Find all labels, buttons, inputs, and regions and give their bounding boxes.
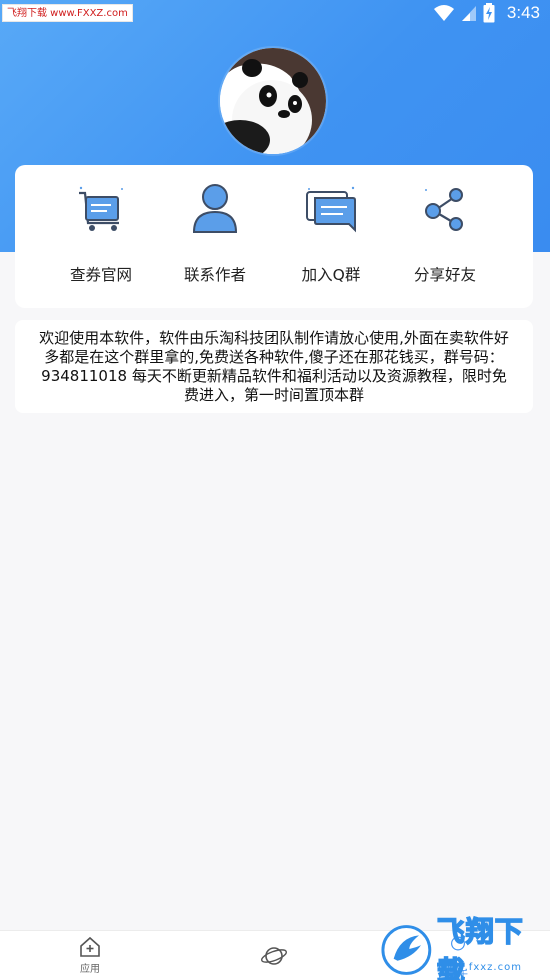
quick-actions-card: 查券官网 联系作者 加入Q群 分享好友 bbox=[15, 165, 533, 308]
status-bar: 飞翔下载 www.FXXZ.com 3:43 bbox=[0, 0, 550, 26]
wifi-icon bbox=[433, 5, 454, 21]
chat-icon bbox=[306, 186, 356, 233]
action-join-qq-group[interactable]: 加入Q群 bbox=[281, 179, 381, 299]
info-text: 欢迎使用本软件，软件由乐淘科技团队制作请放心使用,外面在卖软件好多都是在这个群里… bbox=[39, 329, 509, 404]
cart-coupon-icon bbox=[79, 186, 123, 231]
panda-avatar-icon bbox=[220, 48, 326, 154]
planet-icon bbox=[260, 947, 288, 965]
share-icon bbox=[425, 188, 463, 231]
action-contact-author[interactable]: 联系作者 bbox=[165, 179, 265, 299]
action-label: 加入Q群 bbox=[301, 266, 361, 284]
nav-tab-apps[interactable]: 应用 bbox=[50, 935, 130, 980]
avatar[interactable] bbox=[220, 48, 326, 154]
nav-tab-discover[interactable] bbox=[234, 935, 314, 980]
info-card: 欢迎使用本软件，软件由乐淘科技团队制作请放心使用,外面在卖软件好多都是在这个群里… bbox=[15, 320, 533, 413]
action-share-friends[interactable]: 分享好友 bbox=[395, 179, 495, 299]
user-icon bbox=[192, 184, 238, 233]
action-label: 分享好友 bbox=[413, 266, 476, 284]
clock: 3:43 bbox=[506, 3, 540, 22]
action-label: 联系作者 bbox=[183, 266, 246, 284]
nav-label: 应用 bbox=[80, 964, 100, 975]
watermark-text: 飞翔下载 www.FXXZ.com bbox=[2, 4, 133, 22]
brand-watermark: 飞翔下载 www.fxxz.com bbox=[380, 914, 550, 980]
brand-url: www.fxxz.com bbox=[438, 962, 522, 973]
signal-icon bbox=[461, 6, 476, 21]
battery-charging-icon bbox=[483, 3, 495, 23]
brand-logo-icon bbox=[381, 925, 432, 975]
home-plus-icon bbox=[80, 936, 100, 957]
action-coupon-site[interactable]: 查券官网 bbox=[51, 179, 151, 299]
action-label: 查券官网 bbox=[69, 266, 132, 284]
